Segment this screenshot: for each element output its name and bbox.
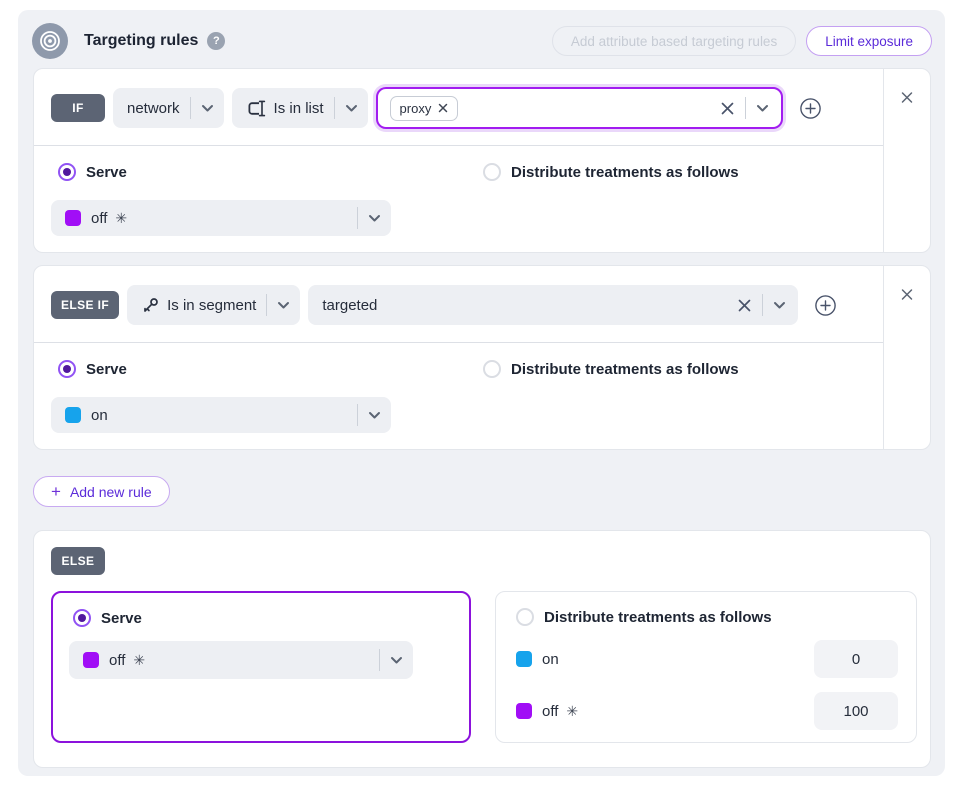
string-type-icon (246, 100, 267, 117)
distribute-radio-option[interactable]: Distribute treatments as follows (483, 360, 739, 378)
divider (357, 207, 358, 229)
add-new-rule-button[interactable]: + Add new rule (33, 476, 170, 507)
distribution-row: on (516, 640, 898, 678)
value-multiselect-input[interactable]: proxy (376, 87, 783, 129)
chevron-down-icon (368, 214, 381, 223)
treatment-select[interactable]: on (51, 397, 391, 433)
help-icon[interactable]: ? (207, 32, 225, 50)
condition-row: IF network Is in list (51, 87, 822, 129)
distribution-percent-input[interactable] (814, 692, 898, 730)
treatment-color-swatch (83, 652, 99, 668)
radio-unselected[interactable] (516, 608, 534, 626)
divider (357, 404, 358, 426)
divider (334, 97, 335, 119)
rule-card-elseif: ELSE IF Is in segment (33, 265, 931, 450)
distribute-radio-option[interactable]: Distribute treatments as follows (483, 163, 739, 181)
chevron-down-icon (368, 411, 381, 420)
default-serve-panel[interactable]: Serve off ✳ (51, 591, 471, 743)
plus-icon: + (51, 483, 61, 500)
delete-rule-icon[interactable] (901, 288, 914, 301)
default-treatment-icon: ✳ (115, 210, 127, 227)
radio-unselected[interactable] (483, 163, 501, 181)
divider (34, 145, 883, 146)
add-condition-icon[interactable] (799, 97, 822, 120)
matcher-value: Is in segment (167, 297, 256, 314)
chevron-down-icon (345, 104, 358, 113)
matcher-select[interactable]: Is in segment (127, 285, 300, 325)
default-treatment-icon: ✳ (566, 703, 578, 720)
elseif-badge: ELSE IF (51, 291, 119, 319)
divider (34, 342, 883, 343)
serve-radio-option[interactable]: Serve (58, 360, 127, 378)
radio-selected[interactable] (73, 609, 91, 627)
attribute-value: network (127, 100, 180, 117)
targeting-rules-section: Targeting rules ? Add attribute based ta… (18, 10, 945, 776)
limit-exposure-button[interactable]: Limit exposure (806, 26, 932, 56)
rule-side-column (883, 266, 930, 449)
serve-radio-option[interactable]: Serve (58, 163, 127, 181)
treatment-color-swatch (65, 210, 81, 226)
chip-remove-icon[interactable] (438, 103, 448, 113)
divider (745, 97, 746, 119)
add-condition-icon[interactable] (814, 294, 837, 317)
rule-side-column (883, 69, 930, 252)
chevron-down-icon (277, 301, 290, 310)
key-icon (141, 296, 160, 315)
value-chip: proxy (390, 96, 459, 121)
default-rule-card: ELSE Serve off ✳ Distribu (33, 530, 931, 768)
rule-card-if: IF network Is in list (33, 68, 931, 253)
treatment-select[interactable]: off ✳ (51, 200, 391, 236)
distribute-radio-option[interactable]: Distribute treatments as follows (516, 608, 772, 626)
matcher-value: Is in list (274, 100, 324, 117)
default-treatment-icon: ✳ (133, 652, 145, 669)
serve-options-row: Serve Distribute treatments as follows (58, 163, 870, 183)
attribute-select[interactable]: network (113, 88, 224, 128)
segment-value-field[interactable] (322, 297, 737, 314)
divider (190, 97, 191, 119)
page-title: Targeting rules (84, 32, 198, 50)
segment-input[interactable] (308, 285, 798, 325)
divider (379, 649, 380, 671)
radio-unselected[interactable] (483, 360, 501, 378)
treatment-color-swatch (516, 703, 532, 719)
chevron-down-icon (390, 656, 403, 665)
if-badge: IF (51, 94, 105, 122)
serve-radio-option[interactable]: Serve (73, 609, 142, 627)
chevron-down-icon[interactable] (756, 104, 769, 113)
matcher-select[interactable]: Is in list (232, 88, 368, 128)
divider (762, 294, 763, 316)
radio-selected[interactable] (58, 163, 76, 181)
radio-selected[interactable] (58, 360, 76, 378)
default-distribute-panel[interactable]: Distribute treatments as follows on off … (495, 591, 917, 743)
treatment-select[interactable]: off ✳ (69, 641, 413, 679)
else-badge: ELSE (51, 547, 105, 575)
target-icon (32, 23, 68, 59)
chevron-down-icon (201, 104, 214, 113)
clear-values-icon[interactable] (720, 101, 735, 116)
section-header: Targeting rules ? Add attribute based ta… (32, 23, 932, 59)
add-attribute-rules-button[interactable]: Add attribute based targeting rules (552, 26, 796, 56)
treatment-color-swatch (65, 407, 81, 423)
chip-label: proxy (400, 101, 432, 116)
serve-options-row: Serve Distribute treatments as follows (58, 360, 870, 380)
distribution-percent-input[interactable] (814, 640, 898, 678)
treatment-color-swatch (516, 651, 532, 667)
chevron-down-icon[interactable] (773, 301, 786, 310)
divider (266, 294, 267, 316)
delete-rule-icon[interactable] (901, 91, 914, 104)
clear-values-icon[interactable] (737, 298, 752, 313)
condition-row: ELSE IF Is in segment (51, 284, 837, 326)
distribution-row: off ✳ (516, 692, 898, 730)
